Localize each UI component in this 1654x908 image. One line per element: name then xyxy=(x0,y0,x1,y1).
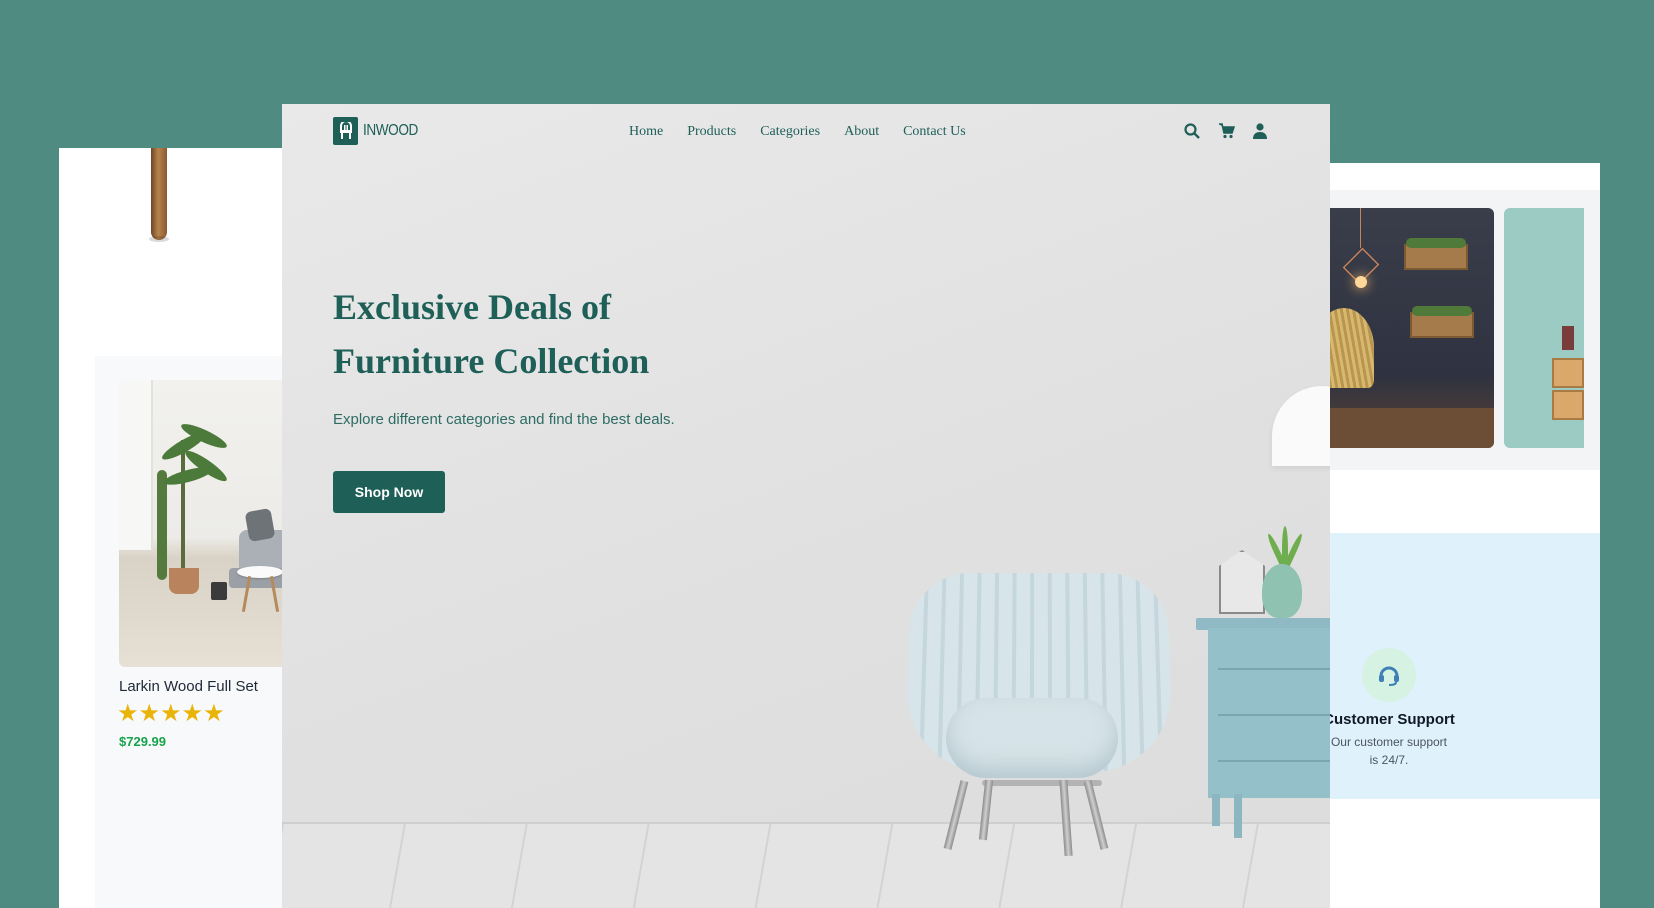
hero-subtext: Explore different categories and find th… xyxy=(333,411,675,428)
floor-lamp xyxy=(1272,386,1330,466)
search-icon[interactable] xyxy=(1182,121,1202,141)
gallery-image-dresser[interactable] xyxy=(1504,208,1584,448)
image-plant xyxy=(181,440,185,570)
armchair-seat xyxy=(946,698,1118,778)
cart-icon[interactable] xyxy=(1216,121,1236,141)
nav-contact[interactable]: Contact Us xyxy=(903,124,966,140)
logo-text[interactable]: INWOOD xyxy=(363,122,418,140)
picture-frame xyxy=(1562,326,1574,350)
shop-now-button[interactable]: Shop Now xyxy=(333,471,445,513)
cabinet-drawer-line xyxy=(1218,760,1330,762)
user-icon[interactable] xyxy=(1250,121,1270,141)
nav-icons xyxy=(1182,121,1270,141)
nav-categories[interactable]: Categories xyxy=(760,124,820,140)
image-pot xyxy=(169,568,199,594)
support-icon xyxy=(1362,648,1416,702)
product-image[interactable] xyxy=(119,380,299,667)
nav-home[interactable]: Home xyxy=(629,124,663,140)
cabinet xyxy=(1208,628,1330,798)
hero-headline: Exclusive Deals of Furniture Collection xyxy=(333,287,650,381)
box-plant xyxy=(1406,238,1466,248)
image-table xyxy=(237,566,283,578)
support-headset-icon xyxy=(1379,666,1399,686)
image-cactus xyxy=(157,470,167,580)
image-pillow xyxy=(244,507,276,543)
search-glyph xyxy=(1184,123,1200,139)
cabinet-drawer-line xyxy=(1218,714,1330,716)
chair-logo-icon[interactable] xyxy=(333,117,358,145)
support-section: Customer Support Our customer support is… xyxy=(1300,533,1600,799)
terrarium-decor xyxy=(1219,550,1265,614)
nav-products[interactable]: Products xyxy=(687,124,736,140)
lamp-wire xyxy=(1360,208,1361,248)
hero-section: INWOOD Home Products Categories About Co… xyxy=(282,104,1330,908)
cabinet-leg xyxy=(1212,794,1220,826)
support-text: Our customer support is 24/7. xyxy=(1330,735,1448,767)
product-price: $729.99 xyxy=(119,734,166,749)
cabinet-leg xyxy=(1234,794,1242,838)
user-glyph xyxy=(1253,123,1267,139)
image-speaker xyxy=(211,582,227,600)
vase xyxy=(1262,564,1302,618)
dresser-drawer xyxy=(1552,358,1584,388)
image-door xyxy=(119,380,153,550)
rating-stars: ★★★★★ xyxy=(117,699,225,727)
right-preview-page: Customer Support Our customer support is… xyxy=(1300,163,1600,908)
chair-leg-shadow xyxy=(149,236,169,242)
chair-leg-image xyxy=(151,148,167,240)
dresser-drawer xyxy=(1552,390,1584,420)
cart-glyph xyxy=(1218,123,1235,139)
nav-links: Home Products Categories About Contact U… xyxy=(629,124,966,140)
navbar: INWOOD Home Products Categories About Co… xyxy=(282,104,1330,160)
product-name[interactable]: Larkin Wood Full Set xyxy=(119,678,258,695)
cabinet-drawer-line xyxy=(1218,668,1330,670)
logo-chair-icon xyxy=(339,122,352,139)
nav-about[interactable]: About xyxy=(844,124,879,140)
wood-floor xyxy=(282,822,1330,908)
lamp-bulb xyxy=(1355,276,1367,288)
gallery-strip xyxy=(1300,190,1600,470)
box-plant xyxy=(1412,306,1472,316)
